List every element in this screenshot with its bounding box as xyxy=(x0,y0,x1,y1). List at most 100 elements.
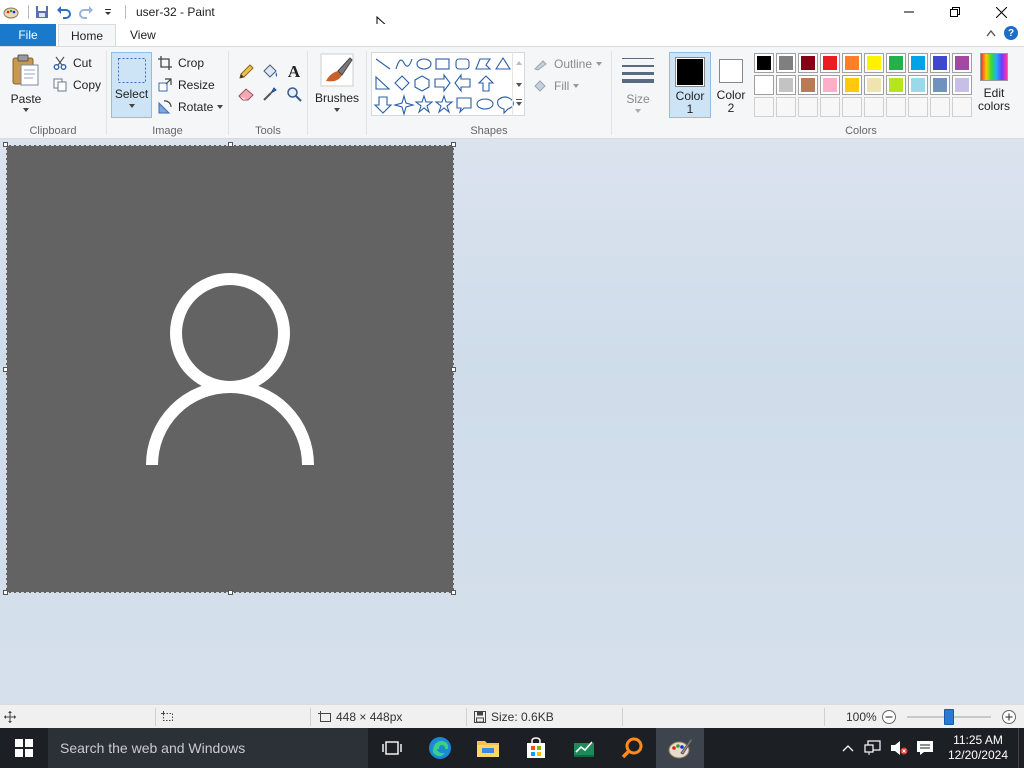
empty-color-swatch[interactable] xyxy=(842,97,862,117)
canvas-workspace[interactable] xyxy=(0,139,1024,704)
copy-icon xyxy=(52,77,68,93)
resize-handle[interactable] xyxy=(3,142,8,147)
drawing-canvas[interactable] xyxy=(6,145,454,593)
resize-handle[interactable] xyxy=(228,142,233,147)
help-icon[interactable]: ? xyxy=(1004,26,1018,40)
paste-button[interactable]: Paste xyxy=(6,53,46,117)
shapes-gallery-scroll[interactable] xyxy=(512,53,524,115)
color-swatch[interactable] xyxy=(930,53,950,73)
color-swatch[interactable] xyxy=(842,53,862,73)
tab-file[interactable]: File xyxy=(0,24,56,46)
empty-color-swatch[interactable] xyxy=(798,97,818,117)
paint-app-icon[interactable] xyxy=(2,3,20,21)
color-swatch[interactable] xyxy=(952,75,972,95)
tab-view[interactable]: View xyxy=(116,24,170,46)
empty-color-swatch[interactable] xyxy=(776,97,796,117)
color-swatch[interactable] xyxy=(820,53,840,73)
color1-button[interactable]: Color 1 xyxy=(669,52,711,118)
volume-muted-icon[interactable] xyxy=(890,740,908,756)
customize-qat-icon[interactable] xyxy=(99,3,117,21)
size-button[interactable]: Size xyxy=(616,53,660,119)
close-button[interactable] xyxy=(978,0,1024,24)
network-icon[interactable] xyxy=(864,740,882,756)
minimize-button[interactable] xyxy=(886,0,932,24)
color-swatch[interactable] xyxy=(908,53,928,73)
shapes-gallery[interactable] xyxy=(371,52,525,117)
color-swatch[interactable] xyxy=(864,53,884,73)
zoom-slider[interactable] xyxy=(906,708,991,725)
chevron-up-icon[interactable] xyxy=(986,29,996,37)
resize-handle[interactable] xyxy=(3,367,8,372)
color-swatch[interactable] xyxy=(842,75,862,95)
empty-color-swatch[interactable] xyxy=(886,97,906,117)
maximize-button[interactable] xyxy=(932,0,978,24)
rotate-button[interactable]: Rotate xyxy=(157,97,224,117)
resize-handle[interactable] xyxy=(451,142,456,147)
color-swatch[interactable] xyxy=(798,53,818,73)
empty-color-swatch[interactable] xyxy=(820,97,840,117)
color-swatch[interactable] xyxy=(776,75,796,95)
empty-color-swatch[interactable] xyxy=(864,97,884,117)
file-explorer-taskbar-button[interactable] xyxy=(464,728,512,768)
resize-handle[interactable] xyxy=(451,590,456,595)
cut-button[interactable]: Cut xyxy=(52,53,101,73)
resize-handle[interactable] xyxy=(3,590,8,595)
redo-icon[interactable] xyxy=(77,3,95,21)
color-swatch[interactable] xyxy=(908,75,928,95)
edit-colors-button[interactable]: Edit colors xyxy=(974,53,1014,119)
empty-color-swatch[interactable] xyxy=(908,97,928,117)
task-view-button[interactable] xyxy=(368,728,416,768)
color-swatch[interactable] xyxy=(930,75,950,95)
resize-handle[interactable] xyxy=(451,367,456,372)
edge-taskbar-button[interactable] xyxy=(416,728,464,768)
brushes-button[interactable]: Brushes xyxy=(314,53,360,119)
image-group-label: Image xyxy=(152,125,183,137)
start-button[interactable] xyxy=(0,728,48,768)
color-swatch[interactable] xyxy=(820,75,840,95)
notifications-icon[interactable] xyxy=(916,740,934,756)
color-swatch[interactable] xyxy=(798,75,818,95)
resize-button[interactable]: Resize xyxy=(157,75,223,95)
fill-bucket-icon[interactable] xyxy=(259,61,281,83)
show-desktop-button[interactable] xyxy=(1018,728,1024,768)
zoom-in-icon[interactable] xyxy=(1001,709,1017,725)
empty-color-swatch[interactable] xyxy=(754,97,774,117)
zoom-out-icon[interactable] xyxy=(881,709,897,725)
search-app-taskbar-button[interactable] xyxy=(608,728,656,768)
color-swatch[interactable] xyxy=(754,75,774,95)
store-taskbar-button[interactable] xyxy=(512,728,560,768)
magnifier-icon[interactable] xyxy=(283,83,305,105)
resize-handle[interactable] xyxy=(228,590,233,595)
color2-button[interactable]: Color 2 xyxy=(712,52,750,118)
undo-icon[interactable] xyxy=(55,3,73,21)
color-swatch[interactable] xyxy=(864,75,884,95)
select-button[interactable]: Select xyxy=(111,52,152,118)
sheets-taskbar-button[interactable] xyxy=(560,728,608,768)
taskbar-clock[interactable]: 11:25 AM 12/20/2024 xyxy=(938,733,1018,763)
quick-access-toolbar xyxy=(0,0,130,24)
color-swatch[interactable] xyxy=(754,53,774,73)
chevron-up-icon[interactable] xyxy=(842,744,854,752)
outline-button[interactable]: Outline xyxy=(533,54,603,74)
paint-taskbar-button[interactable] xyxy=(656,728,704,768)
crop-button[interactable]: Crop xyxy=(157,53,223,73)
tab-home[interactable]: Home xyxy=(58,24,116,46)
status-divider xyxy=(466,708,467,726)
fill-button[interactable]: Fill xyxy=(533,76,602,96)
text-tool-icon[interactable]: A xyxy=(283,61,305,83)
copy-button[interactable]: Copy xyxy=(52,75,101,95)
taskbar-search-box[interactable]: Search the web and Windows xyxy=(48,728,368,768)
color-swatch[interactable] xyxy=(886,75,906,95)
color-swatch[interactable] xyxy=(776,53,796,73)
save-icon[interactable] xyxy=(33,3,51,21)
rotate-label: Rotate xyxy=(178,100,214,114)
zoom-slider-thumb[interactable] xyxy=(943,708,954,725)
paint-palette-icon xyxy=(668,738,693,759)
empty-color-swatch[interactable] xyxy=(952,97,972,117)
color-picker-icon[interactable] xyxy=(259,83,281,105)
color-swatch[interactable] xyxy=(886,53,906,73)
empty-color-swatch[interactable] xyxy=(930,97,950,117)
color-swatch[interactable] xyxy=(952,53,972,73)
eraser-icon[interactable] xyxy=(235,83,257,105)
pencil-icon[interactable] xyxy=(235,61,257,83)
